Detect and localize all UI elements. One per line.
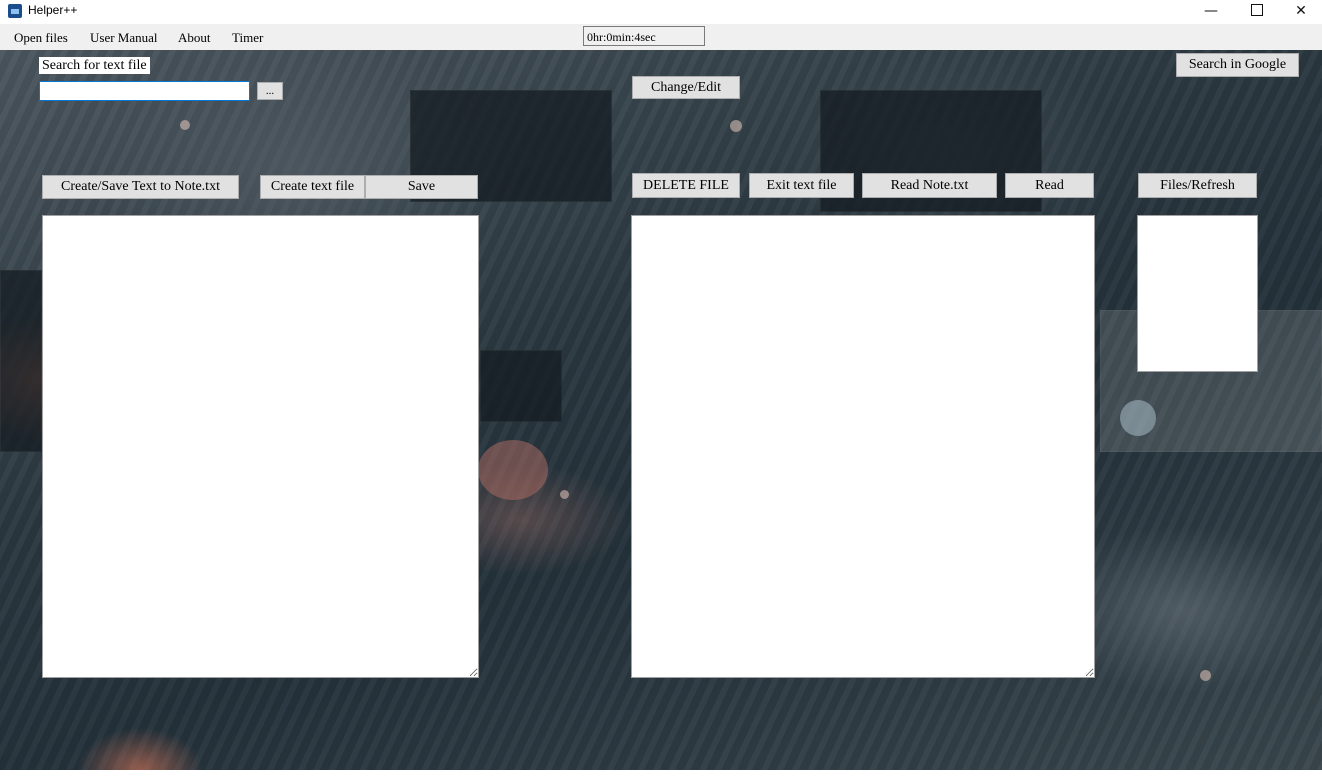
bottom-strip (0, 770, 1322, 782)
timer-display: 0hr:0min:4sec (583, 26, 705, 46)
background-dot (1120, 400, 1156, 436)
title-bar: Helper++ — ✕ (0, 0, 1322, 24)
close-button[interactable]: ✕ (1278, 0, 1322, 24)
read-note-button[interactable]: Read Note.txt (862, 173, 997, 198)
search-input[interactable] (39, 81, 250, 101)
create-text-file-button[interactable]: Create text file (260, 175, 365, 199)
maximize-icon (1251, 4, 1263, 16)
menu-open-files[interactable]: Open files (14, 30, 68, 46)
background-chip (0, 270, 42, 452)
app-icon (8, 4, 22, 18)
exit-text-file-button[interactable]: Exit text file (749, 173, 854, 198)
files-list[interactable] (1137, 215, 1258, 372)
files-refresh-button[interactable]: Files/Refresh (1138, 173, 1257, 198)
change-edit-button[interactable]: Change/Edit (632, 76, 740, 99)
background-dot (180, 120, 190, 130)
minimize-button[interactable]: — (1188, 0, 1234, 24)
background-dot (730, 120, 742, 132)
menu-about[interactable]: About (178, 30, 211, 46)
background-dot (560, 490, 569, 499)
search-google-button[interactable]: Search in Google (1176, 53, 1299, 77)
search-label: Search for text file (39, 57, 150, 74)
right-text-editor[interactable] (631, 215, 1095, 678)
create-save-note-button[interactable]: Create/Save Text to Note.txt (42, 175, 239, 199)
background-chip (480, 350, 562, 422)
save-button[interactable]: Save (365, 175, 478, 199)
background-dot (478, 440, 548, 500)
menu-timer[interactable]: Timer (232, 30, 263, 46)
maximize-button[interactable] (1234, 0, 1280, 24)
left-text-editor[interactable] (42, 215, 479, 678)
window-title: Helper++ (28, 3, 78, 17)
read-button[interactable]: Read (1005, 173, 1094, 198)
menu-user-manual[interactable]: User Manual (90, 30, 158, 46)
background-dot (1200, 670, 1211, 681)
browse-button[interactable]: ... (257, 82, 283, 100)
delete-file-button[interactable]: DELETE FILE (632, 173, 740, 198)
